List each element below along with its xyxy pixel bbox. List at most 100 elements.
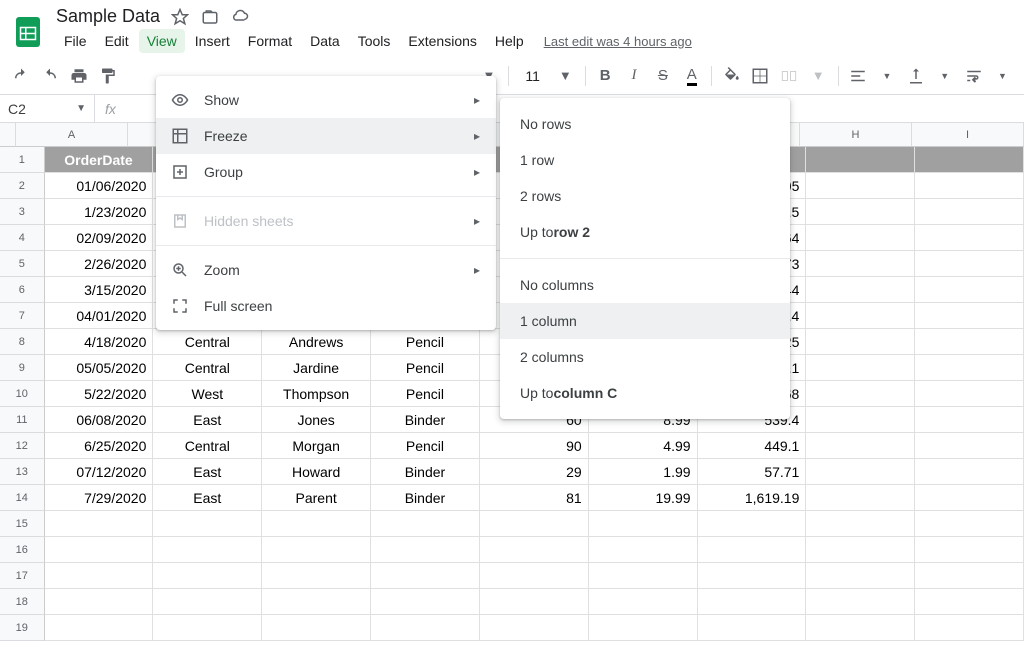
row-header[interactable]: 5: [0, 251, 45, 277]
cell[interactable]: [480, 563, 589, 589]
cell[interactable]: [806, 303, 915, 329]
cell[interactable]: [915, 251, 1024, 277]
cell[interactable]: OrderDate: [45, 147, 154, 173]
cell[interactable]: 5/22/2020: [45, 381, 154, 407]
menu-tools[interactable]: Tools: [350, 29, 399, 53]
menu-insert[interactable]: Insert: [187, 29, 238, 53]
freeze-option[interactable]: No rows: [500, 106, 790, 142]
cell[interactable]: Binder: [371, 485, 480, 511]
cell[interactable]: [806, 355, 915, 381]
cell[interactable]: Central: [153, 433, 262, 459]
cell[interactable]: 4.99: [589, 433, 698, 459]
cell[interactable]: West: [153, 381, 262, 407]
column-header[interactable]: H: [800, 123, 912, 147]
cell[interactable]: [806, 433, 915, 459]
cell[interactable]: [915, 459, 1024, 485]
cell[interactable]: [371, 589, 480, 615]
cell[interactable]: 02/09/2020: [45, 225, 154, 251]
horizontal-align-button[interactable]: [845, 62, 872, 90]
row-header[interactable]: 13: [0, 459, 45, 485]
row-header[interactable]: 6: [0, 277, 45, 303]
cell[interactable]: Parent: [262, 485, 371, 511]
row-header[interactable]: 8: [0, 329, 45, 355]
cell[interactable]: Central: [153, 355, 262, 381]
cell[interactable]: [915, 147, 1024, 173]
print-button[interactable]: [66, 62, 93, 90]
cell[interactable]: Pencil: [371, 433, 480, 459]
cell[interactable]: [806, 199, 915, 225]
cell[interactable]: [262, 589, 371, 615]
freeze-option[interactable]: Up to row 2: [500, 214, 790, 250]
cell[interactable]: [806, 589, 915, 615]
cell[interactable]: [262, 563, 371, 589]
cell[interactable]: [480, 511, 589, 537]
cell[interactable]: [915, 407, 1024, 433]
text-wrap-button[interactable]: [960, 62, 987, 90]
menu-edit[interactable]: Edit: [97, 29, 137, 53]
cell[interactable]: [371, 615, 480, 641]
cell[interactable]: East: [153, 407, 262, 433]
cell[interactable]: [589, 537, 698, 563]
row-header[interactable]: 9: [0, 355, 45, 381]
cell[interactable]: [806, 381, 915, 407]
cell[interactable]: Jardine: [262, 355, 371, 381]
cell[interactable]: Morgan: [262, 433, 371, 459]
cell[interactable]: Jones: [262, 407, 371, 433]
app-icon[interactable]: [8, 12, 48, 52]
menu-format[interactable]: Format: [240, 29, 300, 53]
cell[interactable]: [698, 563, 807, 589]
cell[interactable]: 90: [480, 433, 589, 459]
bold-button[interactable]: B: [592, 62, 619, 90]
cell[interactable]: [153, 615, 262, 641]
cell[interactable]: East: [153, 459, 262, 485]
cell[interactable]: Binder: [371, 459, 480, 485]
cell[interactable]: [698, 537, 807, 563]
freeze-option[interactable]: Up to column C: [500, 375, 790, 411]
cell[interactable]: Pencil: [371, 381, 480, 407]
menu-data[interactable]: Data: [302, 29, 348, 53]
cell[interactable]: Central: [153, 329, 262, 355]
cell[interactable]: [480, 537, 589, 563]
cell[interactable]: [45, 537, 154, 563]
freeze-option[interactable]: 1 row: [500, 142, 790, 178]
cell[interactable]: [371, 563, 480, 589]
merge-cells-button[interactable]: [776, 62, 803, 90]
cell[interactable]: [698, 589, 807, 615]
freeze-option[interactable]: 1 column: [500, 303, 790, 339]
cell[interactable]: [915, 303, 1024, 329]
fill-color-button[interactable]: [718, 62, 745, 90]
cell[interactable]: [153, 563, 262, 589]
row-header[interactable]: 1: [0, 147, 45, 173]
cell[interactable]: [45, 563, 154, 589]
cell[interactable]: 3/15/2020: [45, 277, 154, 303]
cell[interactable]: [806, 407, 915, 433]
column-header[interactable]: A: [16, 123, 128, 147]
row-header[interactable]: 2: [0, 173, 45, 199]
cell[interactable]: [262, 615, 371, 641]
vertical-align-button[interactable]: [902, 62, 929, 90]
cell[interactable]: 05/05/2020: [45, 355, 154, 381]
cell[interactable]: Pencil: [371, 329, 480, 355]
star-icon[interactable]: [170, 7, 190, 27]
last-edit-link[interactable]: Last edit was 4 hours ago: [544, 34, 692, 49]
cell[interactable]: [806, 329, 915, 355]
row-header[interactable]: 19: [0, 615, 45, 641]
cell[interactable]: 57.71: [698, 459, 807, 485]
font-size-dropdown-icon[interactable]: ▼: [552, 62, 579, 90]
strikethrough-button[interactable]: S: [649, 62, 676, 90]
cell[interactable]: [480, 589, 589, 615]
cell[interactable]: [806, 485, 915, 511]
wrap-dropdown-icon[interactable]: ▼: [989, 62, 1016, 90]
cell[interactable]: 4/18/2020: [45, 329, 154, 355]
cell[interactable]: [153, 511, 262, 537]
move-icon[interactable]: [200, 7, 220, 27]
cell[interactable]: 29: [480, 459, 589, 485]
cell[interactable]: 449.1: [698, 433, 807, 459]
cell[interactable]: Andrews: [262, 329, 371, 355]
row-header[interactable]: 11: [0, 407, 45, 433]
cell[interactable]: 07/12/2020: [45, 459, 154, 485]
cell[interactable]: [480, 615, 589, 641]
view-menu-freeze[interactable]: Freeze▸: [156, 118, 496, 154]
cell[interactable]: 06/08/2020: [45, 407, 154, 433]
cell[interactable]: 7/29/2020: [45, 485, 154, 511]
